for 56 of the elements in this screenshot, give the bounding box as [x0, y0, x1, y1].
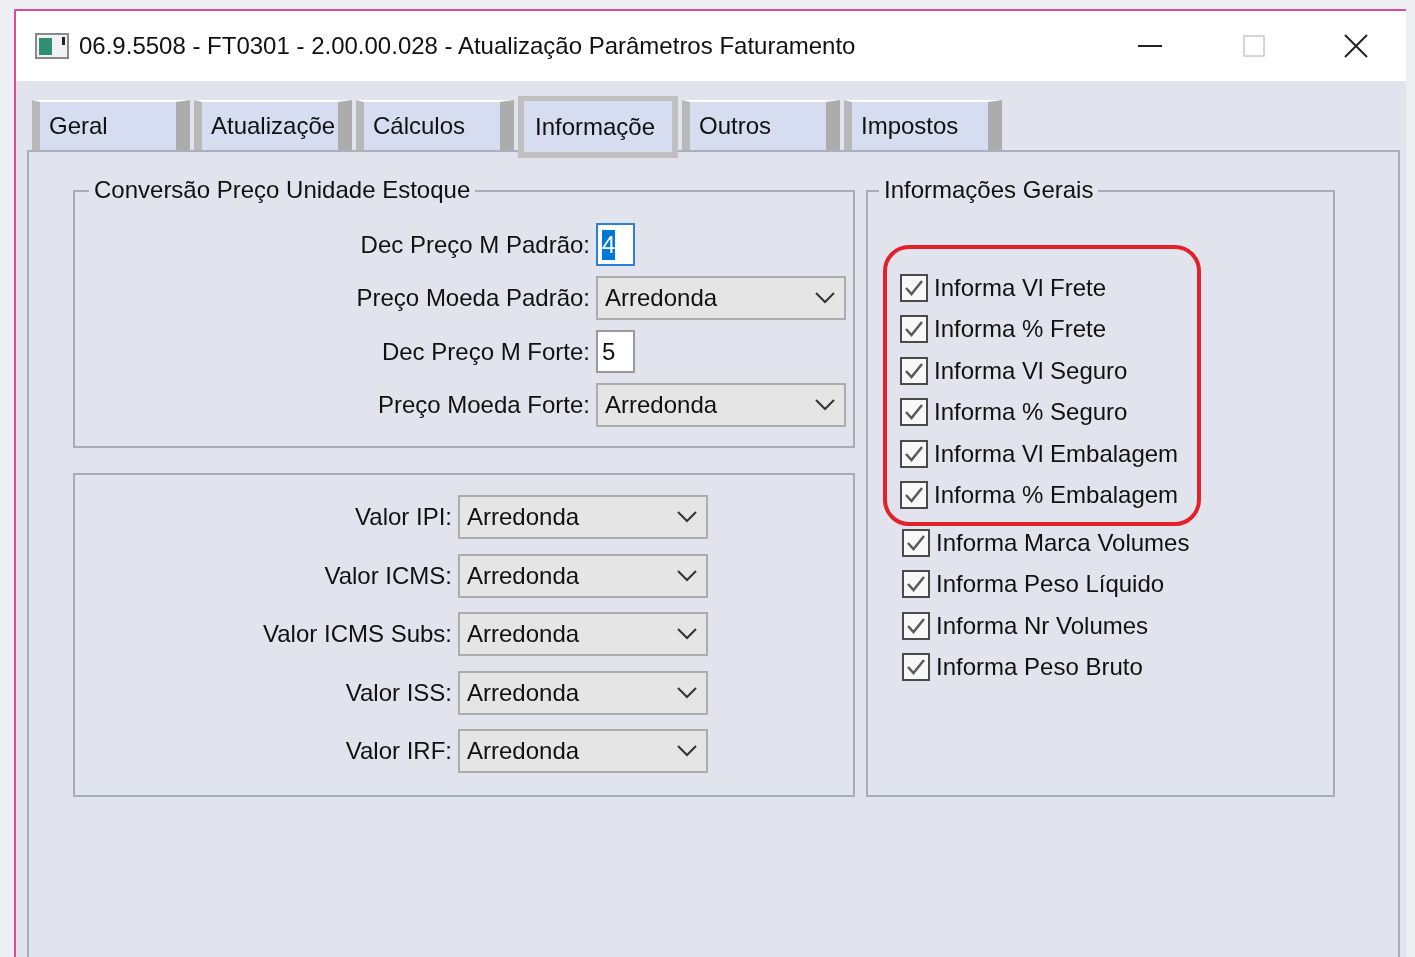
window-title: 06.9.5508 - FT0301 - 2.00.00.028 - Atualização Parâmetros Faturamento — [79, 31, 856, 61]
field-label: Valor ICMS: — [323, 560, 452, 591]
checkbox-label: Informa Vl Embalagem — [934, 438, 1179, 469]
tab[interactable]: Cálculos — [356, 100, 514, 150]
checkbox[interactable] — [900, 356, 928, 385]
field-label: Valor ICMS Subs: — [262, 619, 452, 649]
tab[interactable]: Atualizaçõe — [194, 100, 352, 150]
number-field[interactable]: 5 — [596, 330, 635, 373]
tab[interactable]: Informaçõe — [518, 96, 678, 158]
chevron-down-icon — [677, 628, 697, 640]
chevron-down-icon — [677, 686, 697, 699]
dropdown[interactable]: Arredonda — [596, 276, 846, 320]
tab[interactable]: Outros — [682, 100, 840, 150]
maximize-icon — [1243, 35, 1265, 57]
field-label: Dec Preço M Padrão: — [359, 229, 590, 260]
field-label: Preço Moeda Forte: — [376, 390, 590, 420]
checkbox[interactable] — [902, 653, 930, 682]
dropdown[interactable]: Arredonda — [596, 383, 846, 427]
dropdown[interactable]: Arredonda — [458, 670, 708, 715]
dropdown[interactable]: Arredonda — [458, 553, 708, 598]
chevron-down-icon — [815, 399, 835, 411]
checkbox-label: Informa % Embalagem — [934, 480, 1179, 511]
chevron-down-icon — [815, 292, 835, 304]
checkbox[interactable] — [900, 481, 928, 510]
field-label: Preço Moeda Padrão: — [355, 283, 590, 313]
number-field[interactable]: 4 — [596, 223, 635, 266]
tab[interactable]: Geral — [32, 100, 190, 150]
field-label: Valor IPI: — [354, 502, 452, 532]
checkbox-label: Informa Marca Volumes — [936, 527, 1190, 558]
field-label: Dec Preço M Forte: — [380, 336, 590, 367]
checkbox-label: Informa Vl Seguro — [934, 355, 1128, 386]
field-label: Valor ISS: — [344, 677, 452, 708]
checkbox-label: Informa % Seguro — [934, 397, 1128, 428]
checkbox-label: Informa Vl Frete — [934, 272, 1107, 303]
chevron-down-icon — [677, 745, 697, 757]
checkbox[interactable] — [900, 315, 928, 344]
minimize-icon — [1138, 45, 1162, 47]
checkbox-label: Informa Peso Bruto — [936, 652, 1143, 683]
dropdown[interactable]: Arredonda — [458, 495, 708, 539]
checkbox-label: Informa Nr Volumes — [936, 610, 1149, 641]
checkbox[interactable] — [902, 570, 930, 599]
checkbox[interactable] — [902, 611, 930, 640]
checkbox[interactable] — [902, 528, 930, 557]
close-icon — [1344, 34, 1368, 58]
checkbox[interactable] — [900, 439, 928, 468]
chevron-down-icon — [677, 511, 697, 523]
chevron-down-icon — [677, 569, 697, 582]
checkbox-label: Informa Peso Líquido — [936, 569, 1165, 600]
dropdown[interactable]: Arredonda — [458, 612, 708, 656]
app-icon — [35, 33, 69, 59]
checkbox[interactable] — [900, 273, 928, 302]
field-label: Valor IRF: — [344, 736, 452, 766]
tab[interactable]: Impostos — [844, 100, 1002, 150]
checkbox[interactable] — [900, 398, 928, 427]
checkbox-label: Informa % Frete — [934, 314, 1107, 345]
dropdown[interactable]: Arredonda — [458, 729, 708, 773]
